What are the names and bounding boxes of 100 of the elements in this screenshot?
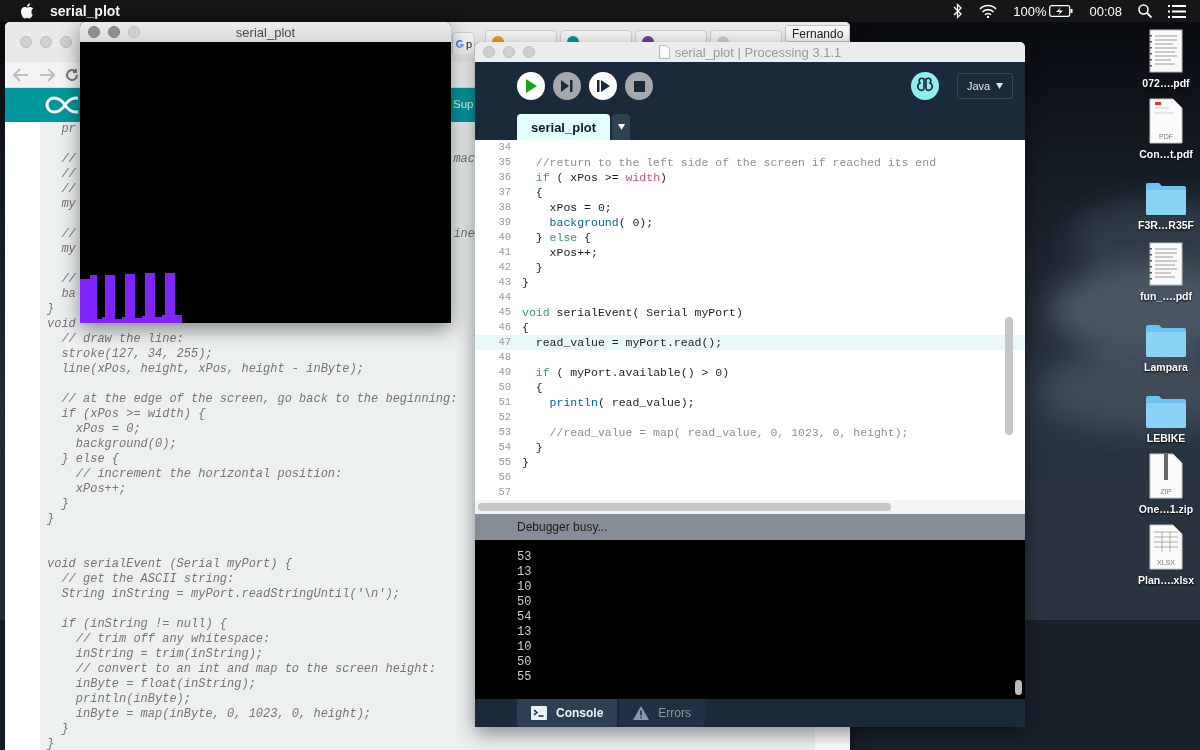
- reload-icon[interactable]: [65, 67, 79, 82]
- folder-icon[interactable]: [1145, 323, 1187, 357]
- code-line: println(inByte);: [74, 692, 192, 707]
- line-number: 41: [497, 245, 512, 260]
- code-token: void: [522, 305, 550, 320]
- code-token: }: [534, 260, 543, 275]
- browser-tab[interactable]: p: [452, 32, 475, 54]
- code-line: }: [47, 737, 55, 750]
- g-icon: [455, 38, 465, 49]
- tab-menu-button[interactable]: [612, 114, 631, 140]
- line-number: 45: [497, 305, 512, 320]
- play-icon: [525, 79, 537, 93]
- line-number: 44: [497, 290, 512, 305]
- document-icon: [658, 45, 670, 59]
- step-icon: [561, 80, 573, 92]
- code-token: //read_value = map( read_value, 0, 1023, 0, height);: [548, 425, 909, 440]
- code-line: } else {: [60, 452, 119, 467]
- code-line: // increment the horizontal position:: [74, 467, 343, 482]
- line-number: 57: [497, 485, 512, 500]
- scrollbar-thumb[interactable]: [1015, 680, 1022, 695]
- console-line: 50: [517, 595, 532, 609]
- code-line: // get the ASCII string:: [60, 572, 235, 587]
- code-token: if: [534, 365, 550, 380]
- debugger-button[interactable]: [911, 72, 939, 100]
- code-line: // draw the line:: [60, 332, 184, 347]
- scrollbar-thumb[interactable]: [478, 503, 891, 511]
- code-token: //return to the left side of the screen if reached its end: [534, 155, 937, 170]
- code-line: //: [60, 272, 76, 287]
- close-button[interactable]: [88, 26, 100, 38]
- file-label[interactable]: One…1.zip: [1138, 503, 1194, 515]
- code-token: width: [625, 170, 661, 185]
- sketch-tab[interactable]: serial_plot: [517, 114, 611, 140]
- apple-icon[interactable]: [20, 3, 34, 19]
- document-icon[interactable]: [1149, 242, 1183, 286]
- code-line: if (xPos >= width) {: [60, 407, 206, 422]
- line-number: 49: [497, 365, 512, 380]
- code-line: }: [47, 512, 55, 527]
- line-number: 51: [497, 395, 512, 410]
- file-label[interactable]: Con…t.pdf: [1139, 148, 1193, 160]
- window-title: serial_plot | Processing 3.1.1: [674, 44, 842, 60]
- profile-button[interactable]: Fernando: [785, 25, 850, 42]
- document-icon[interactable]: [1149, 29, 1183, 73]
- code-token: {: [583, 230, 592, 245]
- file-label[interactable]: F3R…R35F: [1138, 219, 1194, 231]
- browser-tab[interactable]: [635, 30, 707, 42]
- battery-icon[interactable]: [1049, 5, 1074, 17]
- code-line: // at the edge of the screen, go back to the beginning:: [60, 392, 458, 407]
- bluetooth-icon[interactable]: [953, 3, 964, 19]
- code-token: read_value = myPort.read();: [534, 335, 723, 350]
- folder-icon[interactable]: [1145, 394, 1187, 428]
- file-label[interactable]: 072….pdf: [1142, 77, 1190, 89]
- code-token: ( xPos >=: [555, 170, 620, 185]
- console-line: 53: [517, 550, 532, 564]
- line-number: 52: [497, 410, 512, 425]
- line-number: 54: [497, 440, 512, 455]
- mode-dropdown[interactable]: Java: [957, 73, 1013, 99]
- code-line: pr: [60, 122, 76, 137]
- code-token: }: [534, 230, 544, 245]
- line-number: 40: [497, 230, 512, 245]
- app-name[interactable]: serial_plot: [50, 3, 121, 19]
- search-icon[interactable]: [1138, 4, 1152, 18]
- continue-button[interactable]: [589, 72, 617, 100]
- folder-icon[interactable]: [1145, 181, 1187, 215]
- tab-favicon-icon: [492, 36, 504, 42]
- file-label[interactable]: LEBIKE: [1146, 432, 1186, 444]
- step-button[interactable]: [553, 72, 581, 100]
- code-fragment: ine: [453, 227, 475, 242]
- code-line: //: [60, 152, 76, 167]
- console-line: 50: [517, 655, 532, 669]
- code-line: }: [47, 302, 55, 317]
- scrollbar-thumb[interactable]: [1005, 317, 1013, 435]
- code-token: {: [534, 185, 543, 200]
- browser-tab[interactable]: [560, 30, 632, 42]
- file-label[interactable]: Lampara: [1144, 361, 1188, 373]
- code-line: line(xPos, height, xPos, height - inByte);: [60, 362, 364, 377]
- wifi-icon[interactable]: [979, 4, 998, 18]
- line-number: 53: [497, 425, 512, 440]
- terminal-icon: [531, 706, 547, 720]
- code-token: }: [522, 455, 529, 470]
- code-token: background: [548, 215, 619, 230]
- code-line: //: [60, 182, 76, 197]
- code-token: {: [534, 380, 543, 395]
- list-icon[interactable]: [1168, 4, 1186, 18]
- line-number: 48: [497, 350, 512, 365]
- panel-tab[interactable]: Errors: [619, 699, 705, 727]
- line-number: 47: [497, 335, 512, 350]
- menu-clock[interactable]: 00:08: [1089, 3, 1122, 19]
- code-token: else: [549, 230, 578, 245]
- minimize-button[interactable]: [108, 26, 120, 38]
- run-button[interactable]: [517, 72, 545, 100]
- line-number: 42: [497, 260, 512, 275]
- line-number: 55: [497, 455, 512, 470]
- code-token: if: [534, 170, 550, 185]
- panel-tab[interactable]: Console: [517, 699, 618, 727]
- infinity-logo-icon[interactable]: [45, 95, 78, 115]
- file-label[interactable]: fun_….pdf: [1140, 290, 1192, 302]
- caret-icon: [996, 83, 1004, 89]
- stop-button[interactable]: [625, 72, 653, 100]
- code-token: println: [548, 395, 598, 410]
- file-label[interactable]: Plan….xlsx: [1138, 574, 1194, 586]
